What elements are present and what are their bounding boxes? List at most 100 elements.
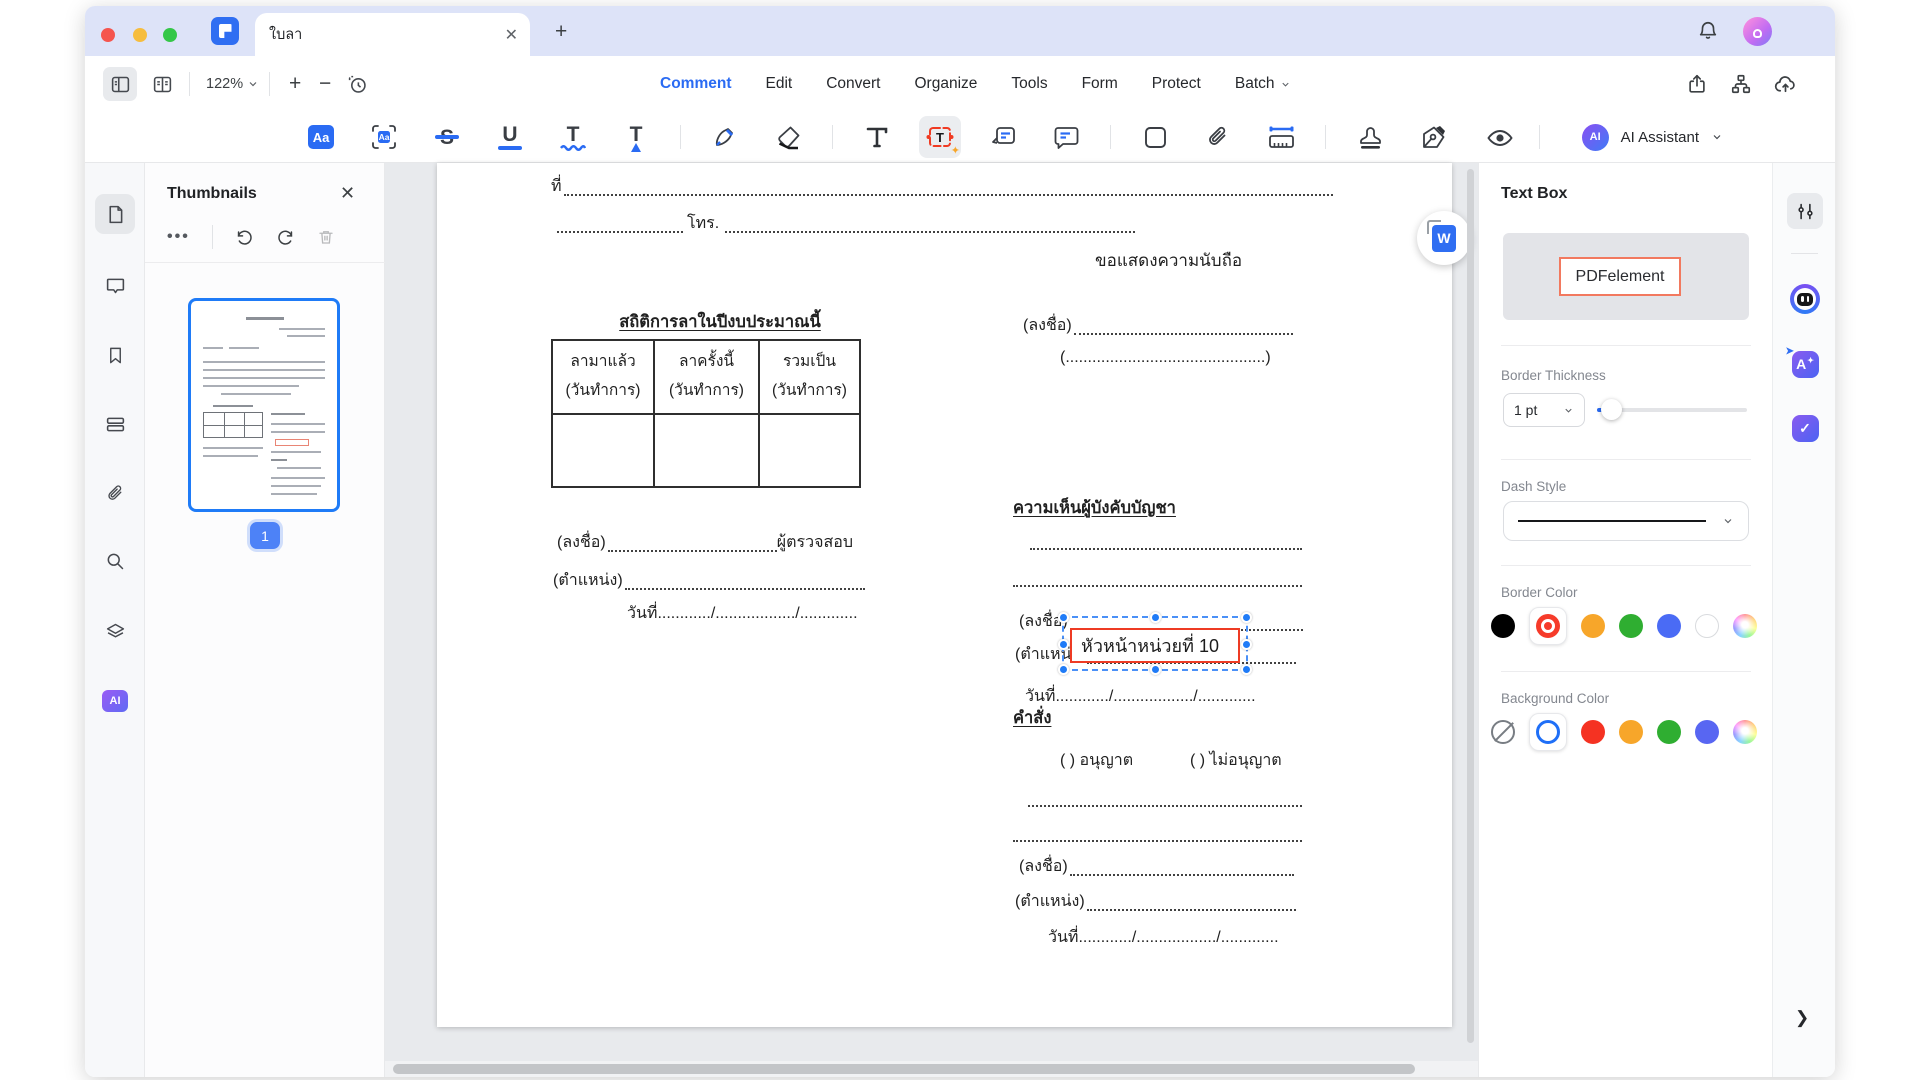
traffic-light-zoom[interactable] (163, 28, 177, 42)
background-color-none[interactable] (1491, 720, 1515, 744)
collapse-panel-chevron[interactable]: ❯ (1795, 1008, 1809, 1028)
document-tab[interactable]: ใบลา ✕ (255, 13, 530, 56)
text-box-tool[interactable]: T ✦ (919, 116, 961, 158)
strikethrough-tool[interactable]: S (426, 116, 468, 158)
user-avatar[interactable] (1743, 17, 1772, 46)
export-to-word-button[interactable]: W (1417, 211, 1471, 265)
border-color-white[interactable] (1695, 614, 1719, 638)
border-color-black[interactable] (1491, 614, 1515, 638)
todo-check-button[interactable]: ✓ (1787, 410, 1823, 446)
menu-organize[interactable]: Organize (914, 75, 977, 93)
border-color-green[interactable] (1619, 614, 1643, 638)
area-highlight-tool[interactable]: Aa (363, 116, 405, 158)
zoom-out-button[interactable]: − (310, 72, 340, 96)
hide-annotations-button[interactable] (1483, 121, 1517, 155)
resize-handle-sw[interactable] (1058, 664, 1069, 675)
sidebar-pages-button[interactable] (95, 404, 135, 444)
dash-style-select[interactable] (1503, 501, 1749, 541)
delete-page-button[interactable] (317, 228, 335, 246)
menu-tools[interactable]: Tools (1011, 75, 1047, 93)
border-color-red-selected[interactable] (1536, 614, 1560, 638)
underline-tool[interactable]: U (489, 116, 531, 158)
zoom-level-value[interactable]: 122% (206, 76, 243, 92)
menu-protect[interactable]: Protect (1152, 75, 1201, 93)
resize-handle-nw[interactable] (1058, 612, 1069, 623)
sticky-note-tool[interactable] (1045, 116, 1087, 158)
vertical-scrollbar[interactable] (1467, 169, 1474, 1043)
resize-handle-ne[interactable] (1241, 612, 1252, 623)
menu-edit[interactable]: Edit (765, 75, 792, 93)
properties-panel-button[interactable] (1787, 193, 1823, 229)
slider-knob[interactable] (1601, 399, 1622, 420)
background-color-red[interactable] (1581, 720, 1605, 744)
zoom-in-button[interactable]: + (280, 72, 310, 96)
rotate-right-button[interactable] (276, 228, 295, 247)
zoom-dropdown-chevron-icon[interactable] (247, 78, 259, 90)
thumbnails-close-icon[interactable]: ✕ (340, 183, 355, 204)
border-color-orange[interactable] (1581, 614, 1605, 638)
traffic-light-close[interactable] (101, 28, 115, 42)
background-color-custom[interactable] (1733, 720, 1757, 744)
translate-button[interactable]: ➤A✦ (1787, 346, 1823, 382)
menu-form[interactable]: Form (1082, 75, 1118, 93)
sidebar-bookmarks-button[interactable] (95, 335, 135, 375)
ai-assistant-button[interactable]: AI AI Assistant (1582, 112, 1723, 162)
document-canvas[interactable]: ที่ โทร. ขอแสดงความนับถือ สถิติการลาในปี… (385, 163, 1478, 1077)
resize-handle-w[interactable] (1058, 639, 1069, 650)
resize-handle-e[interactable] (1241, 639, 1252, 650)
chatbot-button[interactable] (1787, 281, 1823, 317)
resize-handle-s[interactable] (1150, 664, 1161, 675)
menu-convert[interactable]: Convert (826, 75, 880, 93)
eraser-tool[interactable] (767, 116, 809, 158)
background-color-orange[interactable] (1619, 720, 1643, 744)
sidebar-thumbnails-button[interactable] (95, 194, 135, 234)
sidebar-comments-button[interactable] (95, 265, 135, 305)
thumbnails-more-button[interactable]: ••• (167, 228, 190, 246)
marquee-zoom-button[interactable] (340, 67, 374, 101)
traffic-light-minimize[interactable] (133, 28, 147, 42)
highlight-tool[interactable]: Aa (300, 116, 342, 158)
insert-text-tool[interactable] (856, 116, 898, 158)
new-tab-button[interactable]: + (555, 20, 567, 44)
measure-tool[interactable] (1260, 116, 1302, 158)
notification-bell-icon[interactable] (1697, 20, 1719, 42)
sidebar-ai-button[interactable]: AI (95, 681, 135, 721)
menu-comment[interactable]: Comment (660, 75, 731, 93)
doc-date-row: วันที่............/................../..… (627, 601, 858, 626)
background-color-white-selected[interactable] (1536, 720, 1560, 744)
reading-view-button[interactable] (145, 67, 179, 101)
pdf-page[interactable]: ที่ โทร. ขอแสดงความนับถือ สถิติการลาในปี… (437, 163, 1452, 1027)
signature-tool[interactable] (1412, 116, 1454, 158)
callout-tool[interactable] (982, 116, 1024, 158)
cloud-upload-button[interactable] (1774, 73, 1797, 96)
share-button[interactable] (1686, 73, 1708, 95)
resize-handle-n[interactable] (1150, 612, 1161, 623)
sidebar-search-button[interactable] (95, 541, 135, 581)
shape-rectangle-tool[interactable] (1134, 116, 1176, 158)
border-thickness-slider[interactable] (1597, 408, 1747, 412)
insert-caret-tool[interactable]: T (615, 116, 657, 158)
textbox-selection-outline[interactable] (1062, 616, 1248, 671)
page-thumbnail[interactable] (188, 298, 340, 512)
border-thickness-select[interactable]: 1 pt (1503, 393, 1585, 427)
sidebar-layers-button[interactable] (95, 611, 135, 651)
flowchart-share-button[interactable] (1730, 73, 1752, 95)
tab-close-icon[interactable]: ✕ (505, 25, 518, 45)
horizontal-scrollbar-track[interactable] (385, 1061, 1478, 1077)
background-color-indigo[interactable] (1695, 720, 1719, 744)
sidebar-attachments-button[interactable] (95, 473, 135, 513)
background-color-green[interactable] (1657, 720, 1681, 744)
squiggly-underline-tool[interactable]: T (552, 116, 594, 158)
rotate-left-button[interactable] (235, 228, 254, 247)
divider (1110, 125, 1111, 149)
attachment-tool[interactable] (1197, 116, 1239, 158)
menu-batch[interactable]: Batch (1235, 75, 1291, 93)
horizontal-scrollbar-thumb[interactable] (393, 1064, 1415, 1074)
resize-handle-se[interactable] (1241, 664, 1252, 675)
border-color-blue[interactable] (1657, 614, 1681, 638)
border-color-custom[interactable] (1733, 614, 1757, 638)
pencil-tool[interactable] (704, 116, 746, 158)
toggle-sidebar-button[interactable] (103, 67, 137, 101)
solid-line-sample (1518, 520, 1706, 522)
stamp-tool[interactable] (1349, 116, 1391, 158)
